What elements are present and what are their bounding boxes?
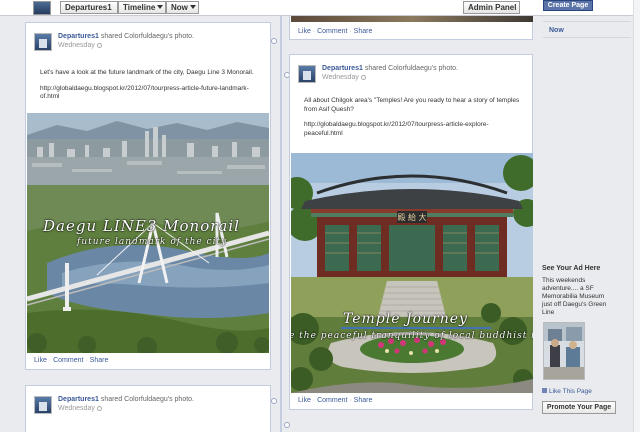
temple-sign: 殿 給 大: [397, 212, 426, 222]
post-photo[interactable]: [291, 16, 533, 22]
timestamp-link[interactable]: Wednesday: [58, 405, 95, 412]
like-this-page-link[interactable]: Like This Page: [542, 388, 592, 395]
promote-page-button[interactable]: Promote Your Page: [542, 401, 616, 414]
timestamp-link[interactable]: Wednesday: [58, 42, 95, 49]
ad-title[interactable]: See Your Ad Here: [542, 265, 600, 272]
post-author-line: Departures1 shared Colorfuldaegu's photo…: [58, 396, 194, 403]
share-link[interactable]: Share: [354, 397, 373, 404]
photo-caption-subtitle: future landmark of the city: [77, 237, 228, 247]
privacy-icon: [360, 75, 366, 80]
privacy-icon: [96, 43, 102, 48]
chevron-down-icon: [157, 5, 164, 9]
admin-panel-button[interactable]: Admin Panel: [463, 1, 520, 14]
privacy-icon: [96, 406, 102, 411]
post-link[interactable]: http://globaldaegu.blogspot.kr/2012/07/t…: [40, 85, 258, 102]
post-actions: Like · Comment · Share: [298, 28, 373, 35]
temple-photo-illustration: 殿 給 大: [291, 153, 533, 393]
page-toolbar: Departures1 Timeline Now Admin Panel Cre…: [0, 0, 640, 16]
timeline-post-partial: Like · Comment · Share: [289, 16, 533, 40]
timeline-post: Departures1 shared Colorfuldaegu's photo…: [25, 22, 271, 370]
photo-caption-subtitle: e the peaceful tranquility of local budd…: [291, 331, 533, 341]
window-edge: [633, 0, 640, 432]
sidebar-divider: [543, 37, 631, 38]
share-link[interactable]: Share: [90, 357, 109, 364]
shared-text: shared Colorfuldaegu's photo.: [100, 396, 194, 403]
thumbs-up-icon: [542, 388, 547, 393]
post-time: Wednesday: [322, 74, 366, 81]
avatar[interactable]: [298, 65, 316, 83]
author-link[interactable]: Departures1: [58, 33, 99, 40]
now-label: Now: [171, 3, 188, 12]
caption-underline: [341, 327, 491, 329]
post-photo[interactable]: 殿 給 大 Temple Journey e the peaceful tran…: [291, 153, 533, 393]
shared-text: shared Colorfuldaegu's photo.: [100, 33, 194, 40]
like-this-page-label: Like This Page: [549, 388, 592, 395]
like-link[interactable]: Like: [34, 357, 47, 364]
timeline-post: Departures1 shared Colorfuldaegu's photo…: [25, 385, 271, 432]
timestamp-link[interactable]: Wednesday: [322, 74, 359, 81]
comment-link[interactable]: Comment: [53, 357, 83, 364]
post-actions: Like · Comment · Share: [34, 357, 109, 364]
now-dropdown[interactable]: Now: [166, 1, 199, 14]
timeline-dropdown[interactable]: Timeline: [118, 1, 166, 14]
timeline-dot: [271, 398, 277, 404]
photo-caption-title: Daegu LINE3 Monorail: [43, 217, 240, 235]
departures-label: Departures1: [65, 3, 112, 12]
post-message: All about Chilgok area's "Temples! Are y…: [304, 97, 522, 138]
timeline-dot: [271, 38, 277, 44]
like-link[interactable]: Like: [298, 397, 311, 404]
timeline-dot: [284, 422, 290, 428]
comment-link[interactable]: Comment: [317, 397, 347, 404]
ad-text: This weekends adventure.... a SF Memorab…: [542, 277, 607, 316]
like-link[interactable]: Like: [298, 28, 311, 35]
timeline-label: Timeline: [123, 3, 156, 12]
timeline-post: Departures1 shared Colorfuldaegu's photo…: [289, 54, 533, 410]
author-link[interactable]: Departures1: [322, 65, 363, 72]
timeline-spine: [280, 16, 282, 432]
avatar[interactable]: [34, 396, 52, 414]
message-text: All about Chilgok area's "Temples! Are y…: [304, 97, 520, 113]
sidebar-divider: [543, 21, 631, 22]
chevron-down-icon: [189, 5, 196, 9]
share-link[interactable]: Share: [354, 28, 373, 35]
post-message: Let's have a look at the future landmark…: [40, 69, 258, 102]
post-link[interactable]: http://globaldaegu.blogspot.kr/2012/07/t…: [304, 121, 522, 138]
message-text: Let's have a look at the future landmark…: [40, 69, 254, 76]
post-time: Wednesday: [58, 405, 102, 412]
create-page-button[interactable]: Create Page: [543, 0, 593, 11]
shared-text: shared Colorfuldaegu's photo.: [364, 65, 458, 72]
page-thumbnail[interactable]: [33, 1, 51, 15]
author-link[interactable]: Departures1: [58, 396, 99, 403]
departures-button[interactable]: Departures1: [60, 1, 118, 14]
post-photo[interactable]: Daegu LINE3 Monorail future landmark of …: [27, 113, 269, 353]
comment-link[interactable]: Comment: [317, 28, 347, 35]
sidebar-item-now[interactable]: Now: [549, 27, 564, 34]
photo-caption-title: Temple Journey: [343, 311, 468, 327]
post-actions: Like · Comment · Share: [298, 397, 373, 404]
post-author-line: Departures1 shared Colorfuldaegu's photo…: [58, 33, 194, 40]
post-time: Wednesday: [58, 42, 102, 49]
post-author-line: Departures1 shared Colorfuldaegu's photo…: [322, 65, 458, 72]
ad-image[interactable]: [543, 322, 585, 380]
museum-photo-illustration: [544, 323, 584, 379]
avatar[interactable]: [34, 33, 52, 51]
